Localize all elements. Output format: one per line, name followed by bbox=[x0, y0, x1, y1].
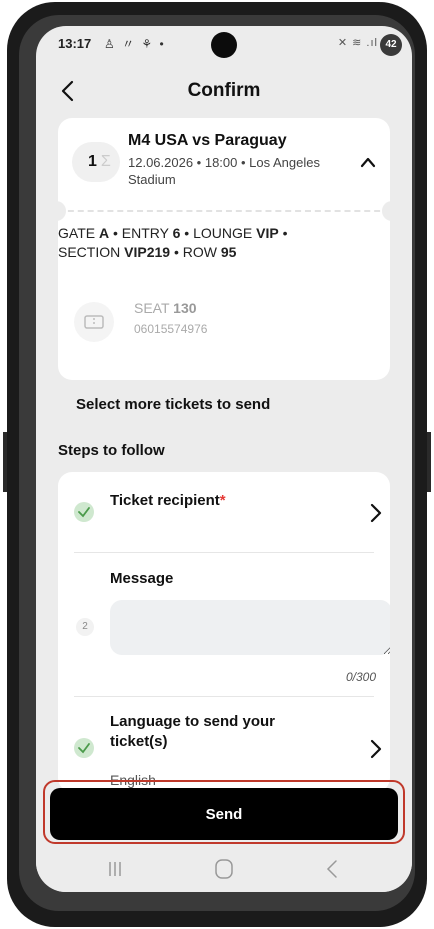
select-more-tickets-link[interactable]: Select more tickets to send bbox=[76, 396, 270, 413]
message-input[interactable] bbox=[110, 600, 390, 655]
signal-icons: ✕ ≋ .ıl bbox=[337, 37, 378, 49]
gate-label: GATE bbox=[58, 225, 96, 241]
ticket-recipient-step[interactable]: Ticket recipient* bbox=[58, 472, 390, 552]
chevron-right-icon bbox=[370, 739, 382, 759]
ticket-count-badge: 1Σ bbox=[72, 142, 120, 182]
match-details: 12.06.2026 • 18:00 • Los Angeles Stadium bbox=[128, 155, 320, 187]
lounge-value: VIP bbox=[256, 225, 279, 241]
page-title: Confirm bbox=[187, 80, 261, 101]
seat-value: 130 bbox=[173, 300, 197, 316]
recent-apps-icon bbox=[109, 862, 121, 876]
status-bar: 13:17 ♙ 〃 ⚘ • ✕ ≋ .ıl 42 bbox=[36, 26, 412, 66]
chevron-right-icon bbox=[370, 503, 382, 523]
recent-apps-button[interactable] bbox=[102, 856, 128, 882]
ticket-card: 1Σ M4 USA vs Paraguay 12.06.2026 • 18:00… bbox=[46, 118, 402, 380]
message-label: Message bbox=[110, 570, 174, 587]
recipient-label-text: Ticket recipient bbox=[110, 492, 220, 509]
notification-icons: ♙ 〃 ⚘ • bbox=[104, 37, 166, 51]
gate-value: A bbox=[98, 225, 110, 241]
status-time: 13:17 bbox=[58, 36, 92, 51]
send-button[interactable]: Send bbox=[50, 788, 398, 840]
system-nav-bar bbox=[36, 846, 412, 892]
ticket-icon bbox=[74, 302, 114, 342]
row-label: ROW bbox=[182, 244, 217, 260]
ticket-recipient-label: Ticket recipient* bbox=[110, 492, 226, 509]
phone-frame: 13:17 ♙ 〃 ⚘ • ✕ ≋ .ıl 42 Confirm 1Σ M4 U… bbox=[3, 2, 431, 927]
lounge-label: LOUNGE bbox=[193, 225, 253, 241]
ticket-divider bbox=[58, 210, 390, 212]
section-value: VIP219 bbox=[124, 244, 171, 260]
language-label: Language to send your ticket(s) bbox=[110, 713, 276, 750]
seat-location: GATE A • ENTRY 6 • LOUNGE VIP • SECTION … bbox=[58, 225, 288, 260]
check-icon bbox=[74, 738, 94, 758]
row-value: 95 bbox=[220, 244, 237, 260]
entry-value: 6 bbox=[172, 225, 181, 241]
section-label: SECTION bbox=[58, 244, 121, 260]
back-icon bbox=[326, 860, 337, 878]
steps-card: Ticket recipient* Message 2 0/300 Langua… bbox=[58, 472, 390, 792]
ticket-code: 06015574976 bbox=[134, 322, 208, 336]
seat-info: SEAT 130 bbox=[134, 300, 197, 316]
side-button-left bbox=[3, 432, 7, 492]
ticket-notch-right bbox=[382, 201, 402, 221]
entry-label: ENTRY bbox=[121, 225, 169, 241]
steps-title: Steps to follow bbox=[58, 442, 165, 459]
divider bbox=[74, 696, 374, 697]
ticket-glyph-icon: Σ bbox=[100, 153, 111, 170]
language-step[interactable]: Language to send your ticket(s) bbox=[58, 698, 390, 792]
home-icon bbox=[215, 859, 233, 879]
required-mark: * bbox=[219, 492, 226, 509]
check-icon bbox=[74, 502, 94, 522]
top-bar: Confirm bbox=[36, 68, 412, 116]
message-char-counter: 0/300 bbox=[345, 670, 376, 684]
match-title: M4 USA vs Paraguay bbox=[128, 132, 287, 149]
collapse-button[interactable] bbox=[358, 154, 378, 170]
divider bbox=[74, 552, 374, 553]
front-camera bbox=[211, 32, 237, 58]
screen: 13:17 ♙ 〃 ⚘ • ✕ ≋ .ıl 42 Confirm 1Σ M4 U… bbox=[36, 26, 412, 892]
chevron-up-icon bbox=[360, 157, 376, 168]
step-number-2: 2 bbox=[76, 618, 94, 636]
ticket-notch-left bbox=[46, 201, 66, 221]
system-back-button[interactable] bbox=[320, 856, 346, 882]
battery-icon: 42 bbox=[380, 34, 402, 56]
home-button[interactable] bbox=[211, 856, 237, 882]
ticket-count: 1 bbox=[88, 153, 97, 170]
side-button-right bbox=[427, 432, 431, 492]
seat-label: SEAT bbox=[134, 300, 170, 316]
